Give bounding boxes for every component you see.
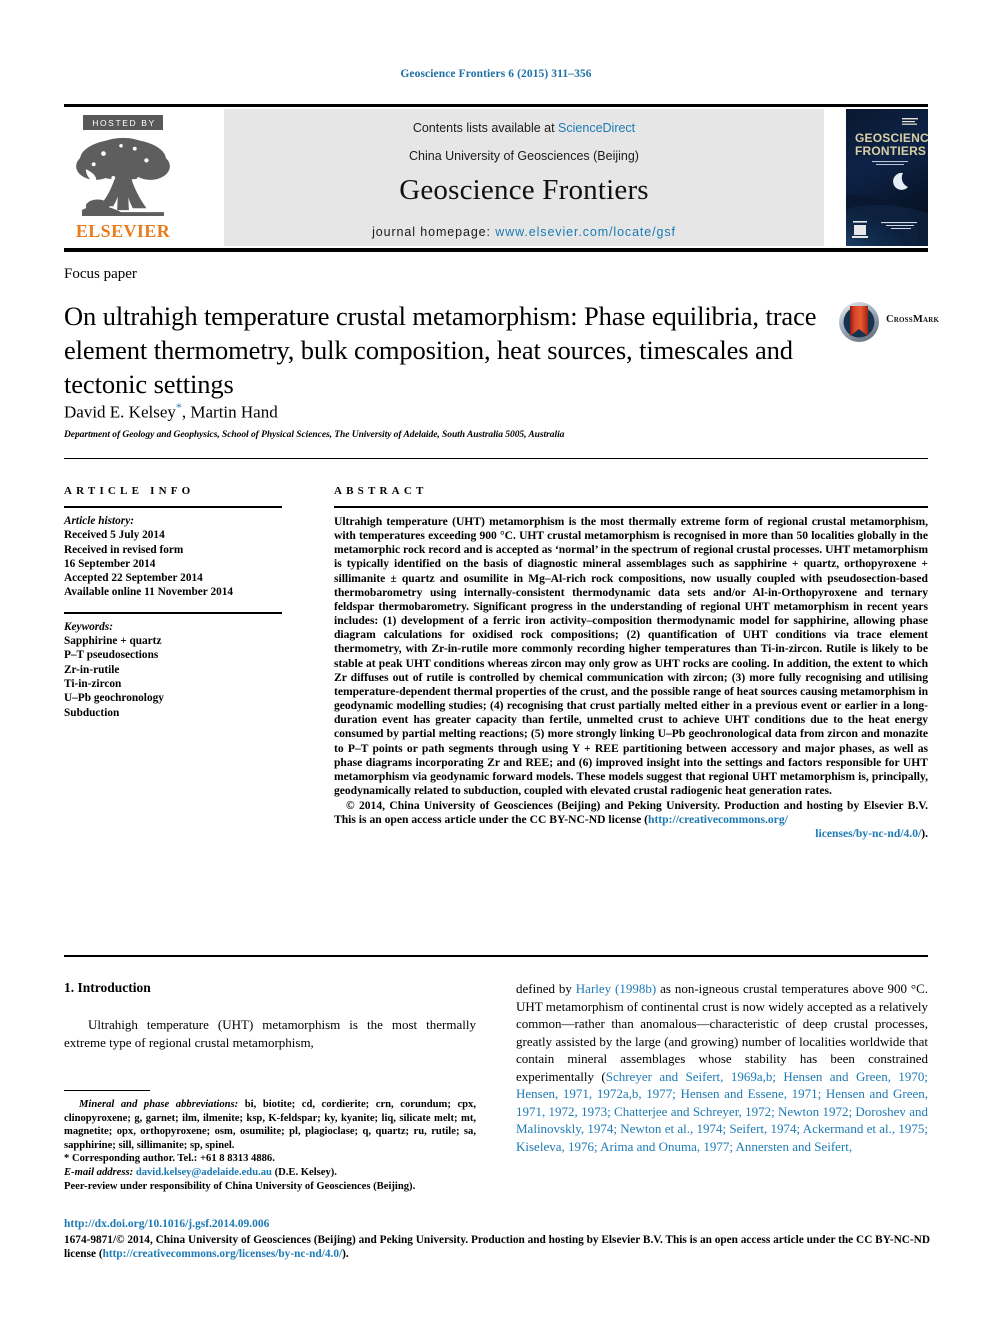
- keywords-block: Keywords: Sapphirine + quartz P–T pseudo…: [64, 620, 282, 720]
- issn-license-link[interactable]: http://creativecommons.org/licenses/by-n…: [103, 1248, 343, 1260]
- article-history-label: Article history:: [64, 515, 134, 527]
- author-secondary: , Martin Hand: [181, 402, 278, 422]
- masthead-center-panel: Contents lists available at ScienceDirec…: [224, 109, 824, 246]
- journal-title: Geoscience Frontiers: [399, 174, 649, 206]
- crossmark-badge[interactable]: CrossMark: [838, 300, 950, 344]
- section-heading-introduction: 1. Introduction: [64, 980, 151, 995]
- article-history-block: Article history: Received 5 July 2014 Re…: [64, 514, 282, 600]
- footnote-block: Mineral and phase abbreviations: bi, bio…: [64, 1098, 476, 1193]
- sciencedirect-link[interactable]: ScienceDirect: [558, 121, 635, 135]
- doi-link[interactable]: http://dx.doi.org/10.1016/j.gsf.2014.09.…: [64, 1218, 269, 1230]
- info-section-top-rule: [64, 458, 928, 459]
- author-primary: David E. Kelsey: [64, 402, 176, 422]
- journal-homepage-link[interactable]: www.elsevier.com/locate/gsf: [495, 225, 676, 239]
- email-tail: (D.E. Kelsey).: [271, 1166, 337, 1178]
- crossmark-label: CrossMark: [886, 314, 940, 325]
- abstract-copyright: © 2014, China University of Geosciences …: [334, 799, 928, 841]
- issn-copyright-block: 1674-9871/© 2014, China University of Ge…: [64, 1233, 930, 1262]
- abstract-heading: ABSTRACT: [334, 485, 428, 497]
- article-info-rule: [64, 506, 282, 508]
- article-page: Geoscience Frontiers 6 (2015) 311–356 HO…: [0, 0, 992, 1323]
- copyright-close: ).: [921, 827, 928, 841]
- history-item: Received in revised form: [64, 543, 184, 556]
- footnote-abbreviations: Mineral and phase abbreviations: bi, bio…: [64, 1098, 476, 1152]
- body-column-right: defined by Harley (1998b) as non-igneous…: [516, 980, 928, 1155]
- keyword-item: Sapphirine + quartz: [64, 635, 162, 648]
- elsevier-logo-block: HOSTED BY ELSEVIER: [64, 109, 182, 246]
- elsevier-wordmark: ELSEVIER: [75, 220, 171, 241]
- running-head: Geoscience Frontiers 6 (2015) 311–356: [400, 68, 592, 80]
- elsevier-tree-icon: [64, 131, 182, 223]
- citation-link-harley[interactable]: Harley (1998b): [576, 981, 656, 996]
- copyright-text: © 2014, China University of Geosciences …: [334, 799, 928, 827]
- hosted-by-badge: HOSTED BY: [83, 115, 163, 130]
- article-info-heading: ARTICLE INFO: [64, 485, 195, 497]
- contents-line: Contents lists available at ScienceDirec…: [224, 109, 824, 135]
- issn-close: ).: [342, 1248, 349, 1261]
- abstract-body: Ultrahigh temperature (UHT) metamorphism…: [334, 515, 928, 797]
- homepage-prefix: journal homepage:: [372, 225, 496, 239]
- keyword-item: Ti-in-zircon: [64, 677, 122, 690]
- history-item: Received 5 July 2014: [64, 529, 165, 542]
- keyword-item: Subduction: [64, 706, 120, 719]
- journal-homepage-line: journal homepage: www.elsevier.com/locat…: [224, 207, 824, 239]
- crossmark-icon: [839, 302, 879, 342]
- journal-masthead: HOSTED BY ELSEVIER Contents lists availa…: [64, 107, 928, 248]
- cc-license-link-tail[interactable]: licenses/by-nc-nd/4.0/: [815, 827, 921, 840]
- intro-text-1: defined by: [516, 981, 576, 996]
- history-item: Available online 11 November 2014: [64, 586, 234, 599]
- article-info-column: ARTICLE INFO Article history: Received 5…: [64, 485, 282, 720]
- keyword-item: Zr-in-rutile: [64, 663, 120, 676]
- footnote-rule: [64, 1090, 150, 1091]
- abbrev-label: Mineral and phase abbreviations:: [79, 1099, 239, 1110]
- intro-paragraph-left: Ultrahigh temperature (UHT) metamorphism…: [64, 1017, 476, 1050]
- article-category: Focus paper: [64, 266, 137, 282]
- abstract-rule: [334, 506, 928, 508]
- footnote-peer-review: Peer-review under responsibility of Chin…: [64, 1180, 416, 1192]
- intro-paragraph-right: defined by Harley (1998b) as non-igneous…: [516, 980, 928, 1155]
- info-section-bottom-rule: [64, 955, 928, 957]
- affiliation: Department of Geology and Geophysics, Sc…: [64, 430, 565, 440]
- society-line: China University of Geosciences (Beijing…: [409, 149, 639, 163]
- contents-prefix: Contents lists available at: [412, 121, 559, 135]
- body-column-left: 1. Introduction Ultrahigh temperature (U…: [64, 980, 476, 1051]
- history-item: Accepted 22 September 2014: [64, 572, 203, 585]
- svg-text:GEOSCIENCE: GEOSCIENCE: [855, 131, 928, 145]
- page-title: On ultrahigh temperature crustal metamor…: [64, 301, 817, 399]
- masthead-bottom-rule: [64, 248, 928, 252]
- svg-text:FRONTIERS: FRONTIERS: [855, 144, 926, 158]
- abstract-column: ABSTRACT Ultrahigh temperature (UHT) met…: [334, 485, 928, 842]
- keyword-item: U–Pb geochronology: [64, 692, 164, 705]
- keywords-label: Keywords:: [64, 620, 113, 633]
- email-link[interactable]: david.kelsey@adelaide.edu.au: [136, 1167, 272, 1178]
- footnote-email: E-mail address: david.kelsey@adelaide.ed…: [64, 1166, 476, 1180]
- keyword-item: P–T pseudosections: [64, 649, 159, 662]
- journal-cover-thumbnail[interactable]: GEOSCIENCE FRONTIERS: [846, 109, 928, 246]
- footnote-corresponding: * Corresponding author. Tel.: +61 8 8313…: [64, 1153, 275, 1165]
- email-label: E-mail address:: [64, 1166, 134, 1178]
- author-list: David E. Kelsey*, Martin Hand: [64, 400, 278, 423]
- history-item: 16 September 2014: [64, 557, 156, 570]
- keywords-rule: [64, 611, 282, 614]
- cc-license-link[interactable]: http://creativecommons.org/: [648, 813, 788, 826]
